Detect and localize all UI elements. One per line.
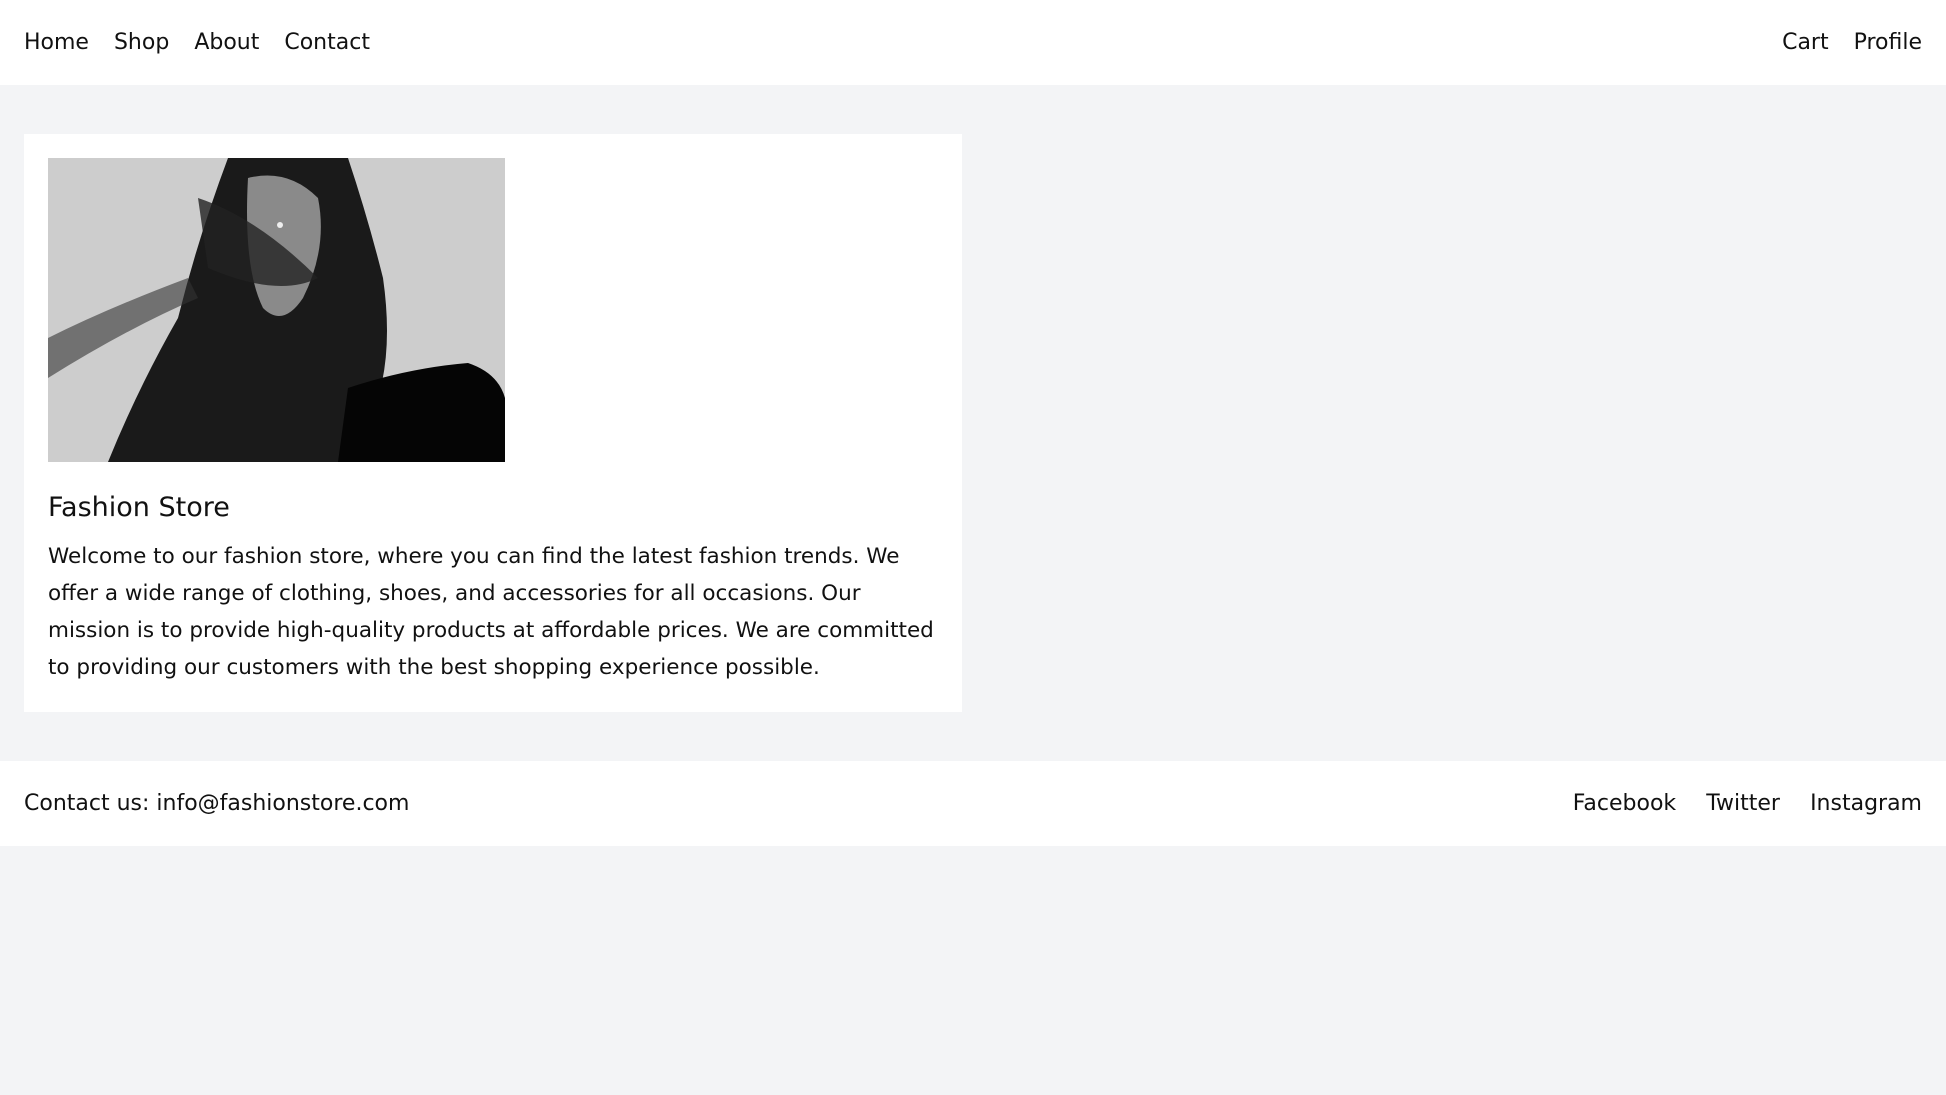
card-description: Welcome to our fashion store, where you …	[48, 544, 934, 680]
nav-about-link[interactable]: About	[194, 28, 259, 58]
site-header: Home Shop About Contact Cart Profile	[0, 0, 1946, 85]
twitter-link[interactable]: Twitter	[1706, 791, 1780, 816]
hero-image	[48, 158, 505, 462]
store-card: Fashion Store Welcome to our fashion sto…	[24, 134, 962, 712]
photo-eye	[277, 222, 283, 228]
main-content: Fashion Store Welcome to our fashion sto…	[0, 85, 1946, 761]
facebook-link[interactable]: Facebook	[1573, 791, 1676, 816]
nav-profile-link[interactable]: Profile	[1854, 28, 1922, 58]
user-nav: Cart Profile	[1757, 28, 1922, 58]
instagram-link[interactable]: Instagram	[1810, 791, 1922, 816]
social-links: Facebook Twitter Instagram	[1548, 791, 1922, 816]
hero-photo-illustration	[48, 158, 505, 462]
site-footer: Contact us: info@fashionstore.com Facebo…	[0, 761, 1946, 846]
nav-contact-link[interactable]: Contact	[284, 28, 370, 58]
footer-contact-text: Contact us: info@fashionstore.com	[24, 791, 410, 816]
primary-nav: Home Shop About Contact	[24, 28, 395, 58]
nav-shop-link[interactable]: Shop	[114, 28, 169, 58]
card-title: Fashion Store	[48, 492, 230, 523]
nav-cart-link[interactable]: Cart	[1782, 28, 1829, 58]
nav-home-link[interactable]: Home	[24, 28, 89, 58]
